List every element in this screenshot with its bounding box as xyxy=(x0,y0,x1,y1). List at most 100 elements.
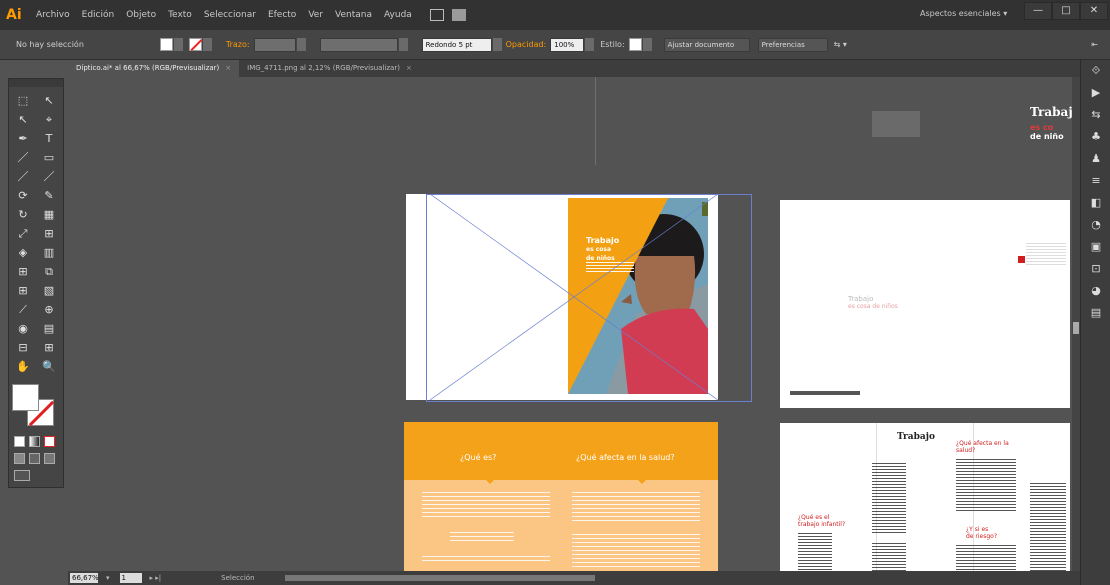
opacity-label[interactable]: Opacidad: xyxy=(506,40,547,49)
style-dropdown[interactable] xyxy=(642,38,652,51)
menu-ayuda[interactable]: Ayuda xyxy=(384,10,412,20)
status-tool-label[interactable]: Selección xyxy=(221,574,254,582)
tool-icon[interactable]: ▥ xyxy=(36,243,62,262)
close-tab-icon[interactable]: × xyxy=(225,64,231,72)
canvas[interactable]: Trabaj es co de niño Trabajo es cosa de niñ… xyxy=(68,77,1080,571)
tool-icon[interactable]: ▧ xyxy=(36,281,62,300)
tool-icon[interactable]: ▤ xyxy=(36,319,62,338)
artboard-inside-left[interactable]: ¿Qué es? ¿Qué afecta en la salud? xyxy=(404,422,718,571)
stroke-label[interactable]: Trazo: xyxy=(226,40,250,49)
gray-placeholder[interactable] xyxy=(872,111,920,137)
menu-edicion[interactable]: Edición xyxy=(82,10,115,20)
menu-objeto[interactable]: Objeto xyxy=(126,10,156,20)
panel-dock-icon[interactable]: ◕ xyxy=(1081,280,1110,302)
opacity-field[interactable]: 100% xyxy=(550,37,585,52)
variable-width-dropdown[interactable] xyxy=(398,38,408,51)
panel-dock-icon[interactable]: ♣ xyxy=(1081,126,1110,148)
artboard-inside-right[interactable]: Trabajo ¿Qué es el trabajo infantil? ¿Qu… xyxy=(780,423,1070,571)
panel-dock-icon[interactable]: ⟐ xyxy=(1081,60,1110,82)
menu-archivo[interactable]: Archivo xyxy=(36,10,70,20)
close-button[interactable]: ✕ xyxy=(1080,2,1108,20)
draw-inside-icon[interactable] xyxy=(44,453,55,464)
vertical-scrollbar[interactable] xyxy=(1072,77,1080,571)
none-mode-icon[interactable] xyxy=(44,436,55,447)
bridge-icon[interactable] xyxy=(429,9,444,21)
menu-ventana[interactable]: Ventana xyxy=(335,10,372,20)
brush-field[interactable]: Redondo 5 pt xyxy=(421,37,492,52)
vertical-scroll-thumb[interactable] xyxy=(1073,322,1079,334)
opacity-dropdown[interactable] xyxy=(585,38,595,51)
preferences-button[interactable]: Preferencias xyxy=(757,37,828,52)
artboard-back[interactable]: Trabajo es cosa de niños xyxy=(780,200,1070,408)
artboard-number-field[interactable]: 1 xyxy=(119,573,142,583)
tools-panel-grip[interactable] xyxy=(9,79,63,87)
stroke-swatch[interactable] xyxy=(188,38,202,51)
tool-icon[interactable]: ⬚ xyxy=(10,91,36,110)
tool-icon[interactable]: T xyxy=(36,129,62,148)
tool-icon[interactable]: ◉ xyxy=(10,319,36,338)
tool-icon[interactable]: ◈ xyxy=(10,243,36,262)
panel-dock-icon[interactable]: ⇆ xyxy=(1081,104,1110,126)
tool-icon[interactable]: ✋ xyxy=(10,357,36,376)
stroke-dropdown[interactable] xyxy=(202,38,212,51)
panel-dock-icon[interactable]: ▣ xyxy=(1081,236,1110,258)
tool-icon[interactable]: ⟋ xyxy=(10,300,36,319)
variable-width-field[interactable] xyxy=(319,37,398,52)
tab-img[interactable]: IMG_4711.png al 2,12% (RGB/Previsualizar… xyxy=(239,60,420,77)
panel-dock-icon[interactable]: ◔ xyxy=(1081,214,1110,236)
tool-icon[interactable]: 🔍 xyxy=(36,357,62,376)
tool-icon[interactable]: ⊞ xyxy=(10,262,36,281)
offscreen-title[interactable]: Trabaj xyxy=(1030,105,1073,119)
menu-ver[interactable]: Ver xyxy=(308,10,323,20)
tool-icon[interactable]: ⧉ xyxy=(36,262,62,281)
tool-icon[interactable]: ✒ xyxy=(10,129,36,148)
fill-dropdown[interactable] xyxy=(173,38,183,51)
tool-icon[interactable]: ／ xyxy=(36,167,62,186)
panel-dock-icon[interactable]: ▤ xyxy=(1081,302,1110,324)
fill-swatch[interactable] xyxy=(159,38,173,51)
stroke-weight-dropdown[interactable] xyxy=(296,38,306,51)
arrange-icon[interactable]: ⇆ ▾ xyxy=(834,40,847,49)
panel-dock-icon[interactable]: ▶ xyxy=(1081,82,1110,104)
gradient-mode-icon[interactable] xyxy=(29,436,40,447)
draw-normal-icon[interactable] xyxy=(14,453,25,464)
tool-icon[interactable]: ↖ xyxy=(36,91,62,110)
menu-texto[interactable]: Texto xyxy=(168,10,192,20)
style-swatch[interactable] xyxy=(628,38,642,51)
zoom-field[interactable]: 66,67% xyxy=(70,573,99,583)
panel-dock-icon[interactable]: ♟ xyxy=(1081,148,1110,170)
tool-icon[interactable]: ▭ xyxy=(36,148,62,167)
artboard-nav-icons[interactable]: ▸ ▸| xyxy=(150,574,162,582)
fill-color-box[interactable] xyxy=(12,384,39,411)
brush-dropdown[interactable] xyxy=(492,38,502,51)
panel-dock-icon[interactable]: ◧ xyxy=(1081,192,1110,214)
tool-icon[interactable]: ▦ xyxy=(36,205,62,224)
panel-menu-icon[interactable]: ⇤ xyxy=(1091,40,1098,49)
panel-dock-icon[interactable]: ⊡ xyxy=(1081,258,1110,280)
tool-icon[interactable]: ⟳ xyxy=(10,186,36,205)
draw-behind-icon[interactable] xyxy=(29,453,40,464)
tool-icon[interactable]: ／ xyxy=(10,148,36,167)
workspace-switcher[interactable]: Aspectos esenciales ▾ xyxy=(920,9,1007,18)
offscreen-subtitle[interactable]: es co de niño xyxy=(1030,123,1064,141)
fill-stroke-widget[interactable] xyxy=(12,384,60,430)
maximize-button[interactable]: □ xyxy=(1052,2,1080,20)
stroke-weight-field[interactable] xyxy=(253,37,296,52)
menu-seleccionar[interactable]: Seleccionar xyxy=(204,10,256,20)
tab-diptico[interactable]: Díptico.ai* al 66,67% (RGB/Previsualizar… xyxy=(68,60,240,77)
horizontal-scroll-thumb[interactable] xyxy=(284,575,595,581)
tool-icon[interactable]: ／ xyxy=(10,167,36,186)
tool-icon[interactable]: ⌖ xyxy=(36,110,62,129)
document-setup-button[interactable]: Ajustar documento xyxy=(663,37,750,52)
tool-icon[interactable]: ↖ xyxy=(10,110,36,129)
tool-icon[interactable]: ⊞ xyxy=(10,281,36,300)
tool-icon[interactable]: ⊟ xyxy=(10,338,36,357)
arrange-documents-icon[interactable] xyxy=(451,9,466,21)
minimize-button[interactable]: — xyxy=(1024,2,1052,20)
zoom-dropdown[interactable]: ▾ xyxy=(106,574,110,582)
tool-icon[interactable]: ⊞ xyxy=(36,338,62,357)
close-tab-icon[interactable]: × xyxy=(406,64,412,72)
tool-icon[interactable]: ⊞ xyxy=(36,224,62,243)
tool-icon[interactable]: ✎ xyxy=(36,186,62,205)
tool-icon[interactable]: ⊕ xyxy=(36,300,62,319)
